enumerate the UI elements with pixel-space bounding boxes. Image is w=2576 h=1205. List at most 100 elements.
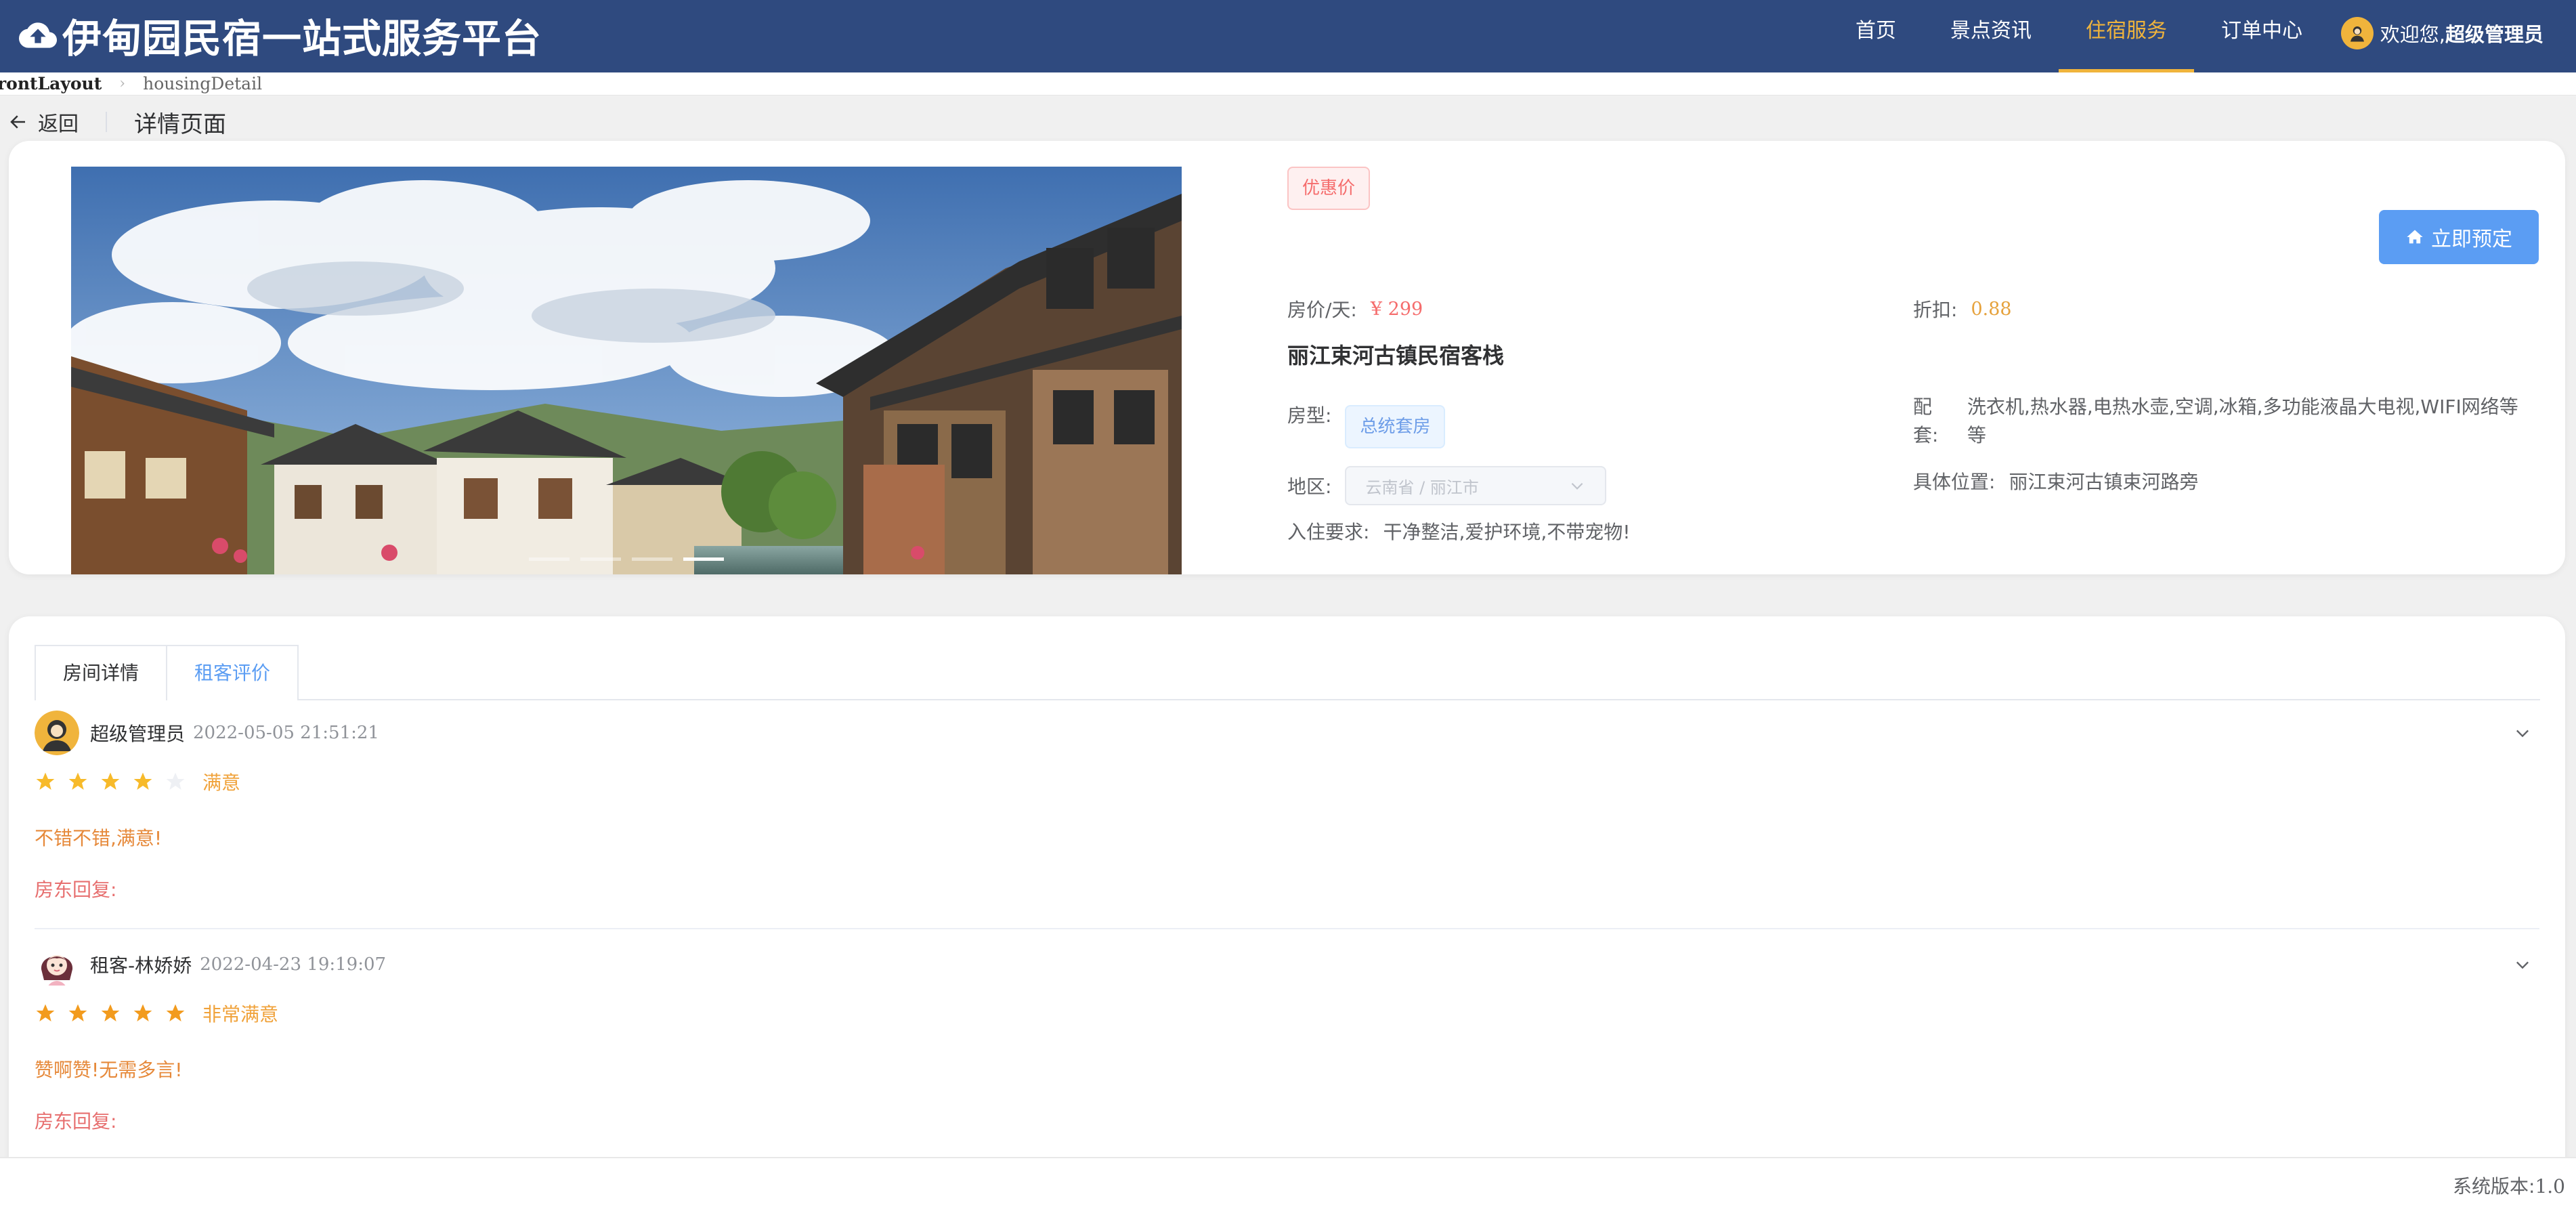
user-avatar bbox=[2340, 17, 2374, 49]
book-now-label: 立即预定 bbox=[2431, 228, 2512, 251]
comment-rating: 满意 bbox=[35, 763, 2540, 801]
back-label: 返回 bbox=[38, 112, 79, 136]
comment-divider bbox=[35, 928, 2539, 929]
app-title: 伊甸园民宿一站式服务平台 bbox=[62, 16, 542, 62]
book-now-button[interactable]: 立即预定 bbox=[2379, 210, 2539, 264]
rating-text: 满意 bbox=[202, 771, 241, 794]
housing-detail-card: 优惠价 立即预定 房价/天: ¥ 299 折扣: 0.88 丽江束河古镇民宿客栈… bbox=[9, 141, 2565, 574]
nav-item-orders[interactable]: 订单中心 bbox=[2194, 0, 2330, 72]
comment-header: 超级管理员 2022-05-05 21:51:21 bbox=[35, 710, 2540, 756]
region-value: 云南省 / 丽江市 bbox=[1365, 478, 1479, 497]
arrow-left-icon bbox=[10, 115, 25, 129]
version-value: 1.0 bbox=[2535, 1175, 2565, 1198]
page-header: 返回 详情页面 bbox=[8, 105, 226, 139]
cloud-upload-icon bbox=[19, 22, 57, 48]
star-icon bbox=[36, 772, 55, 790]
nav-item-home[interactable]: 首页 bbox=[1828, 0, 1923, 72]
brand[interactable]: 伊甸园民宿一站式服务平台 bbox=[19, 8, 542, 62]
welcome-text: 欢迎您, bbox=[2380, 23, 2445, 46]
detail-tabs: 房间详情 租客评价 bbox=[35, 645, 2540, 700]
comment-header: 租客-林娇娇 2022-04-23 19:19:07 bbox=[35, 942, 2540, 988]
comment-time: 2022-04-23 19:19:07 bbox=[200, 954, 387, 975]
region-row: 地区: 云南省 / 丽江市 bbox=[1287, 466, 1607, 505]
carousel-dot[interactable] bbox=[632, 557, 672, 561]
requirement-label: 入住要求: bbox=[1287, 521, 1370, 543]
rating-text: 非常满意 bbox=[202, 1003, 279, 1026]
comment-rating: 非常满意 bbox=[35, 994, 2540, 1032]
comment-content: 赞啊赞!无需多言! bbox=[35, 1059, 183, 1081]
breadcrumb-item-root[interactable]: rontLayout bbox=[0, 74, 102, 93]
comment-item: 超级管理员 2022-05-05 21:51:21 满意 不错不错,满意! 房东… bbox=[35, 710, 2540, 902]
star-icon bbox=[133, 1004, 152, 1021]
discount-row: 折扣: 0.88 bbox=[1913, 295, 2012, 322]
breadcrumb: rontLayout › housingDetail bbox=[0, 72, 2576, 96]
comment-time: 2022-05-05 21:51:21 bbox=[193, 723, 379, 743]
footer: 系统版本:1.0 bbox=[0, 1157, 2576, 1205]
back-button[interactable]: 返回 bbox=[8, 107, 79, 137]
comment-username: 租客-林娇娇 bbox=[90, 954, 192, 977]
region-cascader[interactable]: 云南省 / 丽江市 bbox=[1345, 466, 1607, 505]
room-type-tag: 总统套房 bbox=[1345, 405, 1446, 448]
housing-photo bbox=[71, 167, 1182, 574]
username: 超级管理员 bbox=[2445, 23, 2543, 46]
avatar bbox=[35, 711, 79, 755]
star-icon bbox=[133, 772, 152, 790]
carousel-dot-active[interactable] bbox=[683, 557, 724, 561]
house-name: 丽江束河古镇民宿客栈 bbox=[1287, 343, 1505, 368]
image-carousel[interactable] bbox=[71, 167, 1182, 574]
page-title: 详情页面 bbox=[134, 110, 226, 138]
user-avatar-icon bbox=[35, 711, 79, 755]
chevron-down-icon[interactable] bbox=[2513, 723, 2532, 742]
comment-item: 租客-林娇娇 2022-04-23 19:19:07 非常满意 赞啊赞!无需多言… bbox=[35, 942, 2540, 1134]
user-avatar-icon bbox=[2350, 26, 2364, 42]
breadcrumb-separator-icon: › bbox=[119, 75, 126, 92]
discount-value: 0.88 bbox=[1971, 298, 2012, 320]
star-icon bbox=[68, 772, 87, 790]
carousel-indicators bbox=[71, 557, 1182, 561]
region-label: 地区: bbox=[1287, 475, 1332, 498]
version-label: 系统版本: bbox=[2453, 1175, 2535, 1198]
comment-content: 不错不错,满意! bbox=[35, 827, 163, 849]
star-empty-icon bbox=[166, 772, 185, 790]
landlord-reply-label: 房东回复: bbox=[35, 1110, 117, 1133]
discount-label: 折扣: bbox=[1913, 299, 1958, 321]
location-value: 丽江束河古镇束河路旁 bbox=[2009, 471, 2199, 493]
user-menu[interactable]: 欢迎您, 超级管理员 bbox=[2340, 15, 2543, 51]
nav-item-attractions[interactable]: 景点资讯 bbox=[1923, 0, 2059, 72]
comment-username: 超级管理员 bbox=[90, 723, 186, 745]
nav-item-lodging[interactable]: 住宿服务 bbox=[2059, 0, 2194, 72]
avatar bbox=[35, 942, 79, 987]
location-row: 具体位置: 丽江束河古镇束河路旁 bbox=[1913, 467, 2198, 494]
discount-tag: 优惠价 bbox=[1287, 167, 1371, 210]
carousel-dot[interactable] bbox=[580, 557, 621, 561]
header-divider bbox=[106, 112, 107, 132]
room-type-row: 房型: 总统套房 bbox=[1287, 402, 1446, 448]
system-version: 系统版本:1.0 bbox=[2453, 1172, 2565, 1199]
breadcrumb-item-current: housingDetail bbox=[143, 74, 263, 93]
reviews-card: 房间详情 租客评价 超级管理员 2022-05-05 21:51:21 满意 不… bbox=[9, 616, 2565, 1172]
equipment-row: 配套: 洗衣机,热水器,电热水壶,空调,冰箱,多功能液晶大电视,WIFI网络等等 bbox=[1913, 393, 2529, 450]
price-value: ¥ 299 bbox=[1370, 298, 1423, 320]
tab-reviews[interactable]: 租客评价 bbox=[167, 645, 299, 700]
price-label: 房价/天: bbox=[1287, 299, 1357, 321]
requirement-value: 干净整洁,爱护环境,不带宠物! bbox=[1383, 521, 1631, 543]
star-icon bbox=[68, 1004, 87, 1021]
room-type-label: 房型: bbox=[1287, 404, 1332, 427]
price-row: 房价/天: ¥ 299 bbox=[1287, 295, 1423, 322]
main-nav: 首页 景点资讯 住宿服务 订单中心 bbox=[1828, 0, 2330, 72]
star-icon bbox=[166, 1004, 185, 1021]
landlord-reply-label: 房东回复: bbox=[35, 879, 117, 901]
location-label: 具体位置: bbox=[1913, 471, 1996, 493]
chevron-down-icon bbox=[1572, 482, 1583, 490]
tab-room-detail[interactable]: 房间详情 bbox=[35, 645, 168, 700]
equipment-value: 洗衣机,热水器,电热水壶,空调,冰箱,多功能液晶大电视,WIFI网络等等 bbox=[1967, 396, 2518, 446]
carousel-dot[interactable] bbox=[529, 557, 570, 561]
star-icon bbox=[101, 1004, 120, 1021]
home-icon bbox=[2407, 230, 2423, 244]
star-icon bbox=[101, 772, 120, 790]
star-icon bbox=[36, 1004, 55, 1021]
equipment-label: 配套: bbox=[1913, 396, 1939, 446]
top-navbar: 伊甸园民宿一站式服务平台 首页 景点资讯 住宿服务 订单中心 欢迎您, 超级管理… bbox=[0, 0, 2576, 72]
girl-avatar-icon bbox=[35, 942, 79, 987]
chevron-down-icon[interactable] bbox=[2513, 955, 2532, 974]
